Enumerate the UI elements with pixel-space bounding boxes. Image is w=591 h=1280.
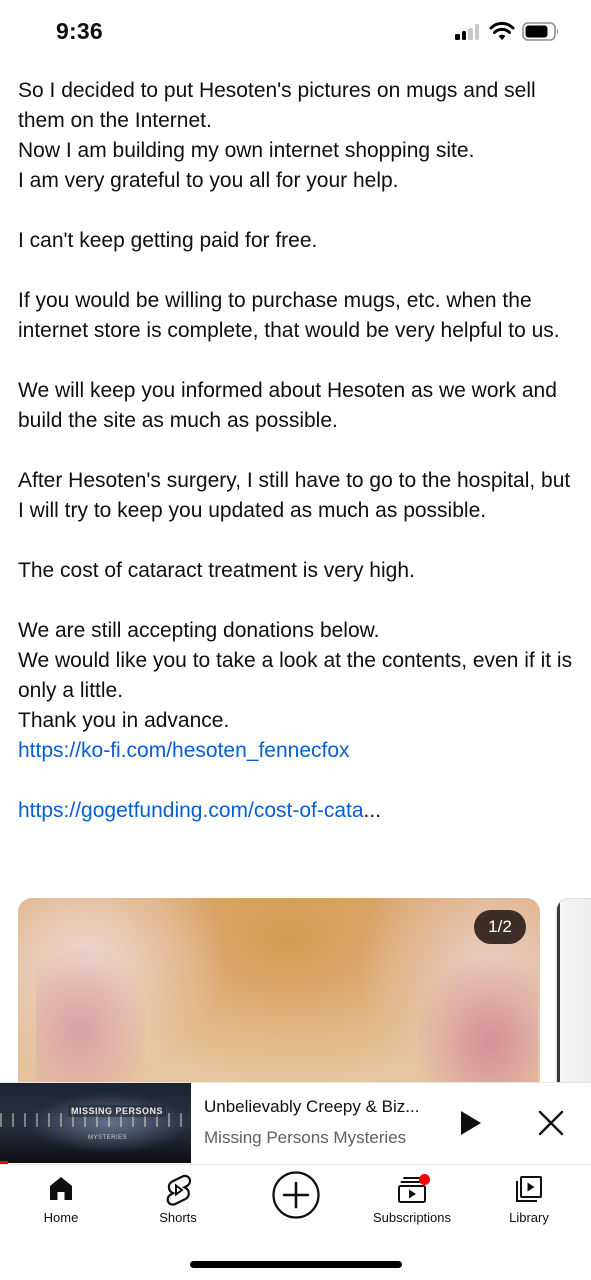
post-line: So I decided to put Hesoten's pictures o… xyxy=(18,79,536,132)
cellular-signal-icon xyxy=(455,24,481,40)
nav-library-label: Library xyxy=(509,1210,549,1225)
nav-shorts[interactable]: Shorts xyxy=(138,1172,218,1232)
nav-home[interactable]: Home xyxy=(22,1172,100,1232)
nav-subscriptions-label: Subscriptions xyxy=(372,1210,452,1225)
post-image-next[interactable] xyxy=(556,898,591,1098)
gogetfunding-link[interactable]: https://gogetfunding.com/cost-of-cata xyxy=(18,799,364,822)
close-icon[interactable] xyxy=(536,1108,566,1138)
battery-icon xyxy=(522,22,559,41)
nav-library[interactable]: Library xyxy=(494,1172,564,1232)
post-line: The cost of cataract treatment is very h… xyxy=(18,559,415,582)
thumbnail-subtitle: MYSTERIES xyxy=(88,1135,128,1141)
post-line: We would like you to take a look at the … xyxy=(18,649,573,702)
post-line: We are still accepting donations below. xyxy=(18,619,380,642)
status-bar: 9:36 xyxy=(0,0,591,62)
post-body: So I decided to put Hesoten's pictures o… xyxy=(18,76,578,826)
post-line: Thank you in advance. xyxy=(18,709,230,732)
post-line: We will keep you informed about Hesoten … xyxy=(18,379,557,432)
thumbnail-title: MISSING PERSONS xyxy=(68,1105,167,1117)
post-line: If you would be willing to purchase mugs… xyxy=(18,289,560,342)
nav-home-label: Home xyxy=(43,1210,79,1225)
shorts-icon xyxy=(166,1174,192,1206)
nav-subscriptions[interactable]: Subscriptions xyxy=(362,1172,462,1232)
home-icon xyxy=(50,1177,72,1200)
status-time: 9:36 xyxy=(56,18,103,44)
post-line: I am very grateful to you all for your h… xyxy=(18,169,399,192)
nav-create[interactable] xyxy=(266,1171,326,1232)
library-icon xyxy=(516,1176,542,1202)
post-line: Now I am building my own internet shoppi… xyxy=(18,139,475,162)
kofi-link[interactable]: https://ko-fi.com/hesoten_fennecfox xyxy=(18,739,350,762)
mini-player-thumbnail[interactable]: MISSING PERSONS MYSTERIES xyxy=(0,1083,191,1163)
post-line: I can't keep getting paid for free. xyxy=(18,229,318,252)
screen: 9:36 So I decided to put Hesoten's pictu… xyxy=(0,0,591,1280)
mini-player[interactable]: MISSING PERSONS MYSTERIES xyxy=(0,1082,591,1164)
post-image-fennec-fox[interactable] xyxy=(18,898,540,1098)
home-indicator[interactable] xyxy=(190,1261,402,1268)
notification-dot xyxy=(419,1174,430,1185)
nav-shorts-label: Shorts xyxy=(159,1210,197,1225)
post-line: After Hesoten's surgery, I still have to… xyxy=(18,469,571,522)
create-plus-icon xyxy=(272,1171,320,1219)
link-ellipsis: ... xyxy=(363,799,382,822)
mini-player-channel[interactable]: Missing Persons Mysteries xyxy=(204,1128,444,1148)
image-counter-badge: 1/2 xyxy=(474,910,526,944)
play-icon[interactable] xyxy=(456,1108,484,1138)
mini-player-title[interactable]: Unbelievably Creepy & Biz... xyxy=(204,1097,444,1117)
wifi-icon xyxy=(489,21,515,40)
